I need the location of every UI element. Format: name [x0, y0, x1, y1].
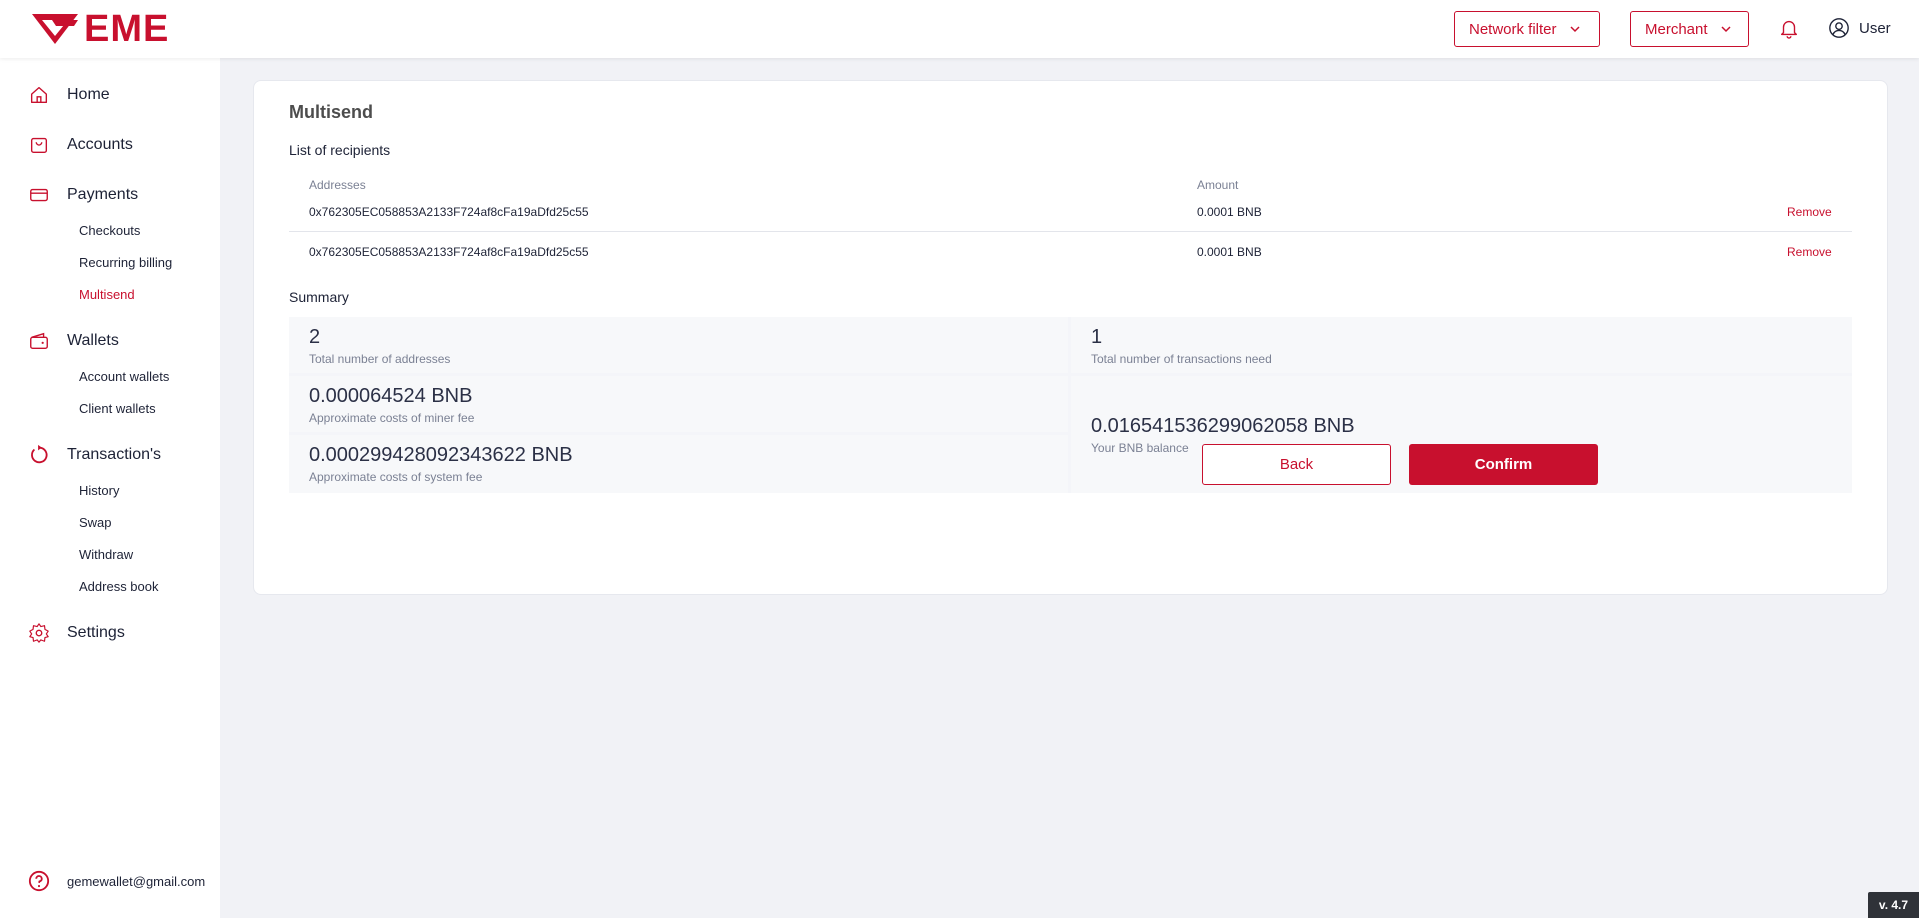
- bag-icon: [30, 137, 48, 154]
- sidebar-item-withdraw[interactable]: Withdraw: [79, 547, 133, 562]
- summary-cell-miner-fee: 0.000064524 BNB Approximate costs of min…: [289, 376, 1068, 432]
- logo[interactable]: EME: [30, 10, 169, 48]
- summary-panel: 2 Total number of addresses 1 Total numb…: [289, 317, 1852, 493]
- network-filter-label: Network filter: [1469, 20, 1557, 38]
- home-icon: [30, 86, 48, 104]
- sidebar-item-home[interactable]: Home: [28, 84, 110, 106]
- chevron-down-icon: [1721, 26, 1731, 33]
- back-button[interactable]: Back: [1202, 444, 1391, 485]
- user-label: User: [1859, 19, 1891, 37]
- balance-label: Your BNB balance: [1091, 441, 1189, 455]
- version-badge: v. 4.7: [1868, 892, 1919, 918]
- sidebar-item-payments[interactable]: Payments: [28, 184, 138, 206]
- support-email[interactable]: gemewallet@gmail.com: [28, 870, 205, 892]
- user-icon: [1829, 18, 1849, 38]
- refresh-icon: [31, 444, 48, 464]
- sidebar-item-recurring-billing[interactable]: Recurring billing: [79, 255, 172, 270]
- summary-cell-addresses: 2 Total number of addresses: [289, 317, 1068, 373]
- row-amount: 0.0001 BNB: [1197, 245, 1262, 259]
- remove-button[interactable]: Remove: [1787, 205, 1832, 219]
- sidebar-item-label: Wallets: [67, 332, 119, 349]
- support-email-label: gemewallet@gmail.com: [67, 873, 206, 889]
- sidebar-item-label: Accounts: [67, 136, 133, 153]
- brand-name: EME: [84, 8, 170, 50]
- user-menu[interactable]: User: [1828, 17, 1891, 39]
- row-amount: 0.0001 BNB: [1197, 205, 1262, 219]
- top-bar: EME Network filter Merchant User: [0, 0, 1919, 58]
- summary-title: Summary: [289, 289, 349, 305]
- balance-value: 0.016541536299062058 BNB: [1091, 415, 1355, 437]
- sidebar-item-settings[interactable]: Settings: [28, 622, 125, 644]
- sidebar-item-history[interactable]: History: [79, 483, 119, 498]
- sidebar-item-account-wallets[interactable]: Account wallets: [79, 369, 169, 384]
- sidebar-item-client-wallets[interactable]: Client wallets: [79, 401, 156, 416]
- row-address: 0x762305EC058853A2133F724af8cFa19aDfd25c…: [309, 205, 589, 219]
- chevron-down-icon: [1570, 26, 1580, 33]
- row-divider: [289, 231, 1852, 232]
- sidebar-item-transactions[interactable]: Transaction's: [28, 444, 161, 466]
- recipients-title: List of recipients: [289, 142, 391, 158]
- help-icon: [28, 870, 50, 892]
- bell-icon[interactable]: [1778, 17, 1800, 39]
- miner-fee-label: Approximate costs of miner fee: [309, 411, 475, 425]
- summary-cell-system-fee: 0.000299428092343622 BNB Approximate cos…: [289, 435, 1068, 493]
- system-fee-value: 0.000299428092343622 BNB: [309, 444, 573, 466]
- total-addresses-value: 2: [309, 326, 321, 348]
- system-fee-label: Approximate costs of system fee: [309, 470, 483, 484]
- multisend-card: Multisend List of recipients Addresses A…: [253, 80, 1888, 595]
- page-title: Multisend: [289, 102, 373, 122]
- sidebar-item-swap[interactable]: Swap: [79, 515, 112, 530]
- sidebar: Home Accounts Payments Checkouts Recurri…: [0, 58, 220, 918]
- confirm-button[interactable]: Confirm: [1409, 444, 1598, 485]
- row-address: 0x762305EC058853A2133F724af8cFa19aDfd25c…: [309, 245, 589, 259]
- card-icon: [30, 188, 48, 202]
- total-addresses-label: Total number of addresses: [309, 352, 451, 366]
- sidebar-item-accounts[interactable]: Accounts: [28, 134, 133, 156]
- merchant-dropdown[interactable]: Merchant: [1630, 11, 1749, 47]
- gem-logo-icon: [32, 14, 78, 44]
- sidebar-item-label: Settings: [67, 624, 125, 641]
- merchant-label: Merchant: [1645, 20, 1708, 38]
- column-header-amount: Amount: [1197, 178, 1239, 192]
- sidebar-item-label: Payments: [67, 186, 139, 203]
- column-header-addresses: Addresses: [309, 178, 366, 192]
- sidebar-item-checkouts[interactable]: Checkouts: [79, 223, 140, 238]
- gear-icon: [29, 623, 49, 643]
- wallet-icon: [30, 332, 48, 350]
- total-transactions-value: 1: [1091, 326, 1103, 348]
- network-filter-dropdown[interactable]: Network filter: [1454, 11, 1600, 47]
- sidebar-item-label: Transaction's: [67, 446, 162, 463]
- summary-cell-transactions: 1 Total number of transactions need: [1071, 317, 1852, 373]
- sidebar-item-wallets[interactable]: Wallets: [28, 330, 119, 352]
- sidebar-item-address-book[interactable]: Address book: [79, 579, 159, 594]
- remove-button[interactable]: Remove: [1787, 245, 1832, 259]
- sidebar-item-multisend[interactable]: Multisend: [79, 287, 135, 302]
- sidebar-item-label: Home: [67, 86, 110, 103]
- total-transactions-label: Total number of transactions need: [1091, 352, 1272, 366]
- miner-fee-value: 0.000064524 BNB: [309, 385, 473, 407]
